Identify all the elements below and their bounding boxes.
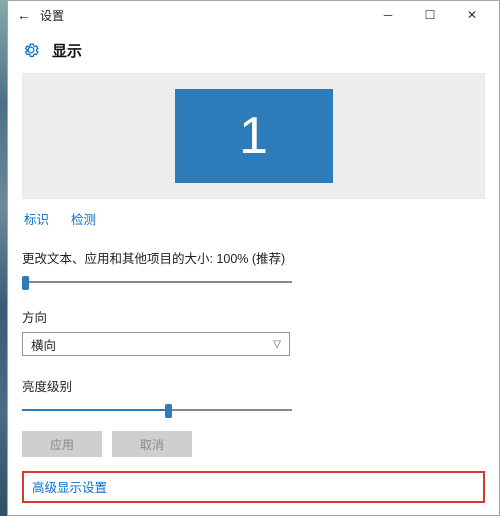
button-row: 应用 取消 <box>22 431 485 457</box>
minimize-button[interactable]: ─ <box>367 1 409 29</box>
close-button[interactable]: ✕ <box>451 1 493 29</box>
orientation-select[interactable]: 横向 ▽ <box>22 332 290 356</box>
apply-button: 应用 <box>22 431 102 457</box>
scale-slider[interactable] <box>22 275 292 287</box>
chevron-down-icon: ▽ <box>273 339 281 350</box>
slider-fill <box>22 409 168 411</box>
cancel-button: 取消 <box>112 431 192 457</box>
page-header: 显示 <box>8 29 499 71</box>
display-links: 标识 检测 <box>22 199 485 230</box>
brightness-label: 亮度级别 <box>22 376 485 395</box>
slider-thumb[interactable] <box>22 276 29 290</box>
scale-label: 更改文本、应用和其他项目的大小: 100% (推荐) <box>22 248 485 267</box>
detect-link[interactable]: 检测 <box>71 209 96 228</box>
content-area: 1 标识 检测 更改文本、应用和其他项目的大小: 100% (推荐) 方向 横向… <box>8 71 499 515</box>
desktop-strip <box>0 0 7 516</box>
display-preview[interactable]: 1 <box>22 73 485 199</box>
identify-link[interactable]: 标识 <box>24 209 49 228</box>
slider-track <box>22 281 292 283</box>
advanced-display-link[interactable]: 高级显示设置 <box>32 481 107 495</box>
orientation-label: 方向 <box>22 307 485 326</box>
page-title: 显示 <box>52 40 82 61</box>
titlebar: ← 设置 ─ ☐ ✕ <box>8 1 499 29</box>
display-number: 1 <box>239 106 268 166</box>
back-button[interactable]: ← <box>14 7 34 23</box>
advanced-display-link-highlight: 高级显示设置 <box>22 471 485 503</box>
gear-icon <box>22 41 40 59</box>
settings-window: ← 设置 ─ ☐ ✕ 显示 1 标识 检测 更改文本、应用和其他项目的大小: 1… <box>7 0 500 516</box>
app-name: 设置 <box>40 7 64 24</box>
maximize-button[interactable]: ☐ <box>409 1 451 29</box>
slider-thumb[interactable] <box>165 404 172 418</box>
orientation-value: 横向 <box>31 335 56 354</box>
brightness-slider[interactable] <box>22 403 292 415</box>
display-1[interactable]: 1 <box>175 89 333 183</box>
